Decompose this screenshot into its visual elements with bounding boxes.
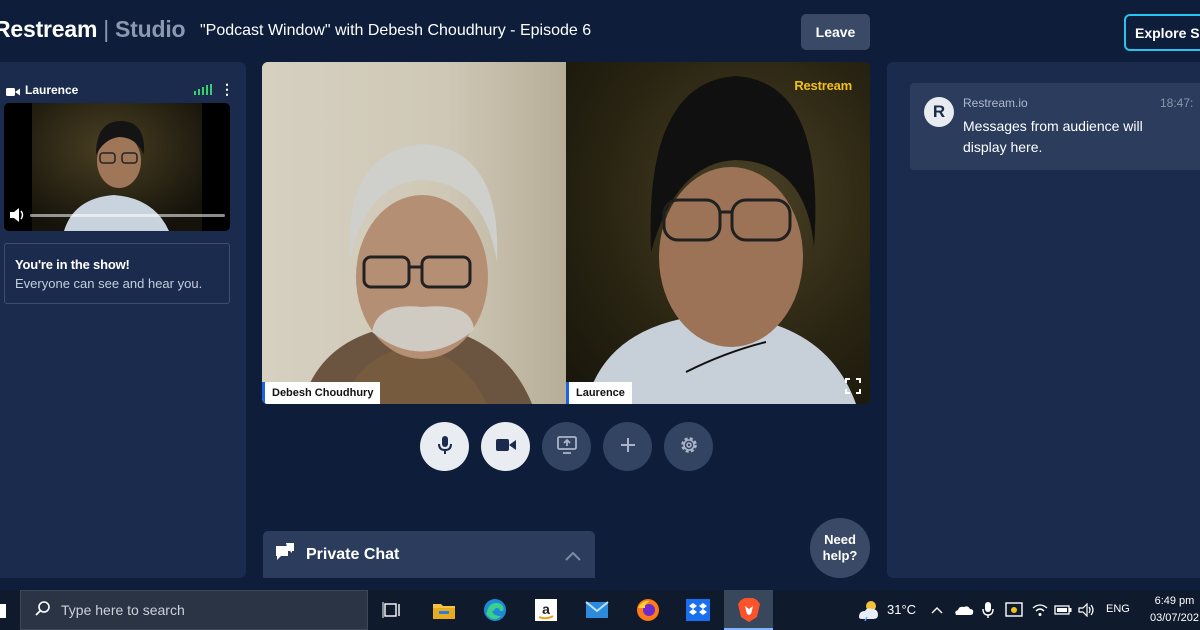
studio-header: Restream | Studio "Podcast Window" with De… [0,0,1200,62]
message-author: Restream.io [963,96,1028,110]
camera-icon [495,438,516,455]
stage-canvas: Debesh Choudhury Restream Laurence [262,62,870,404]
settings-button[interactable] [664,422,713,471]
system-clock[interactable]: 6:49 pm 03/07/202 [1150,593,1199,627]
signal-strength-icon [194,84,212,95]
windows-start-icon[interactable] [0,604,6,618]
studio-controls [420,422,713,471]
self-view-header: Laurence ⋮ [6,82,234,98]
message-time: 18:47: [1160,96,1194,110]
brand-product: Studio [115,16,186,42]
self-name-tag: Laurence [566,382,632,404]
keyboard-language[interactable]: ENG [1106,603,1130,615]
weather-temperature[interactable]: 31°C [887,602,916,617]
task-view-icon[interactable] [378,596,406,624]
self-video-feed [586,76,856,404]
chevron-up-icon [565,548,581,561]
clock-time: 6:49 pm [1154,595,1195,607]
self-camera-preview [4,103,230,231]
self-view-panel: Laurence ⋮ You're in the show! Everyone … [0,62,246,578]
audience-chat-panel: R Restream.io 18:47: Messages from audie… [887,62,1200,578]
wifi-icon[interactable] [1030,596,1050,624]
chat-message: R Restream.io 18:47: Messages from audie… [910,83,1200,170]
firefox-icon[interactable] [634,596,662,624]
microphone-icon [436,435,454,458]
battery-icon[interactable] [1053,596,1073,624]
show-title: "Podcast Window" with Debesh Choudhury -… [200,22,592,39]
guest-video-tile: Debesh Choudhury [262,62,566,404]
guest-name-tag: Debesh Choudhury [262,382,381,404]
chat-bubble-icon [274,542,296,567]
plus-icon [620,437,636,456]
guest-video-feed [302,144,532,404]
mail-icon[interactable] [583,596,611,624]
brand-logo: Restream | Studio [0,16,186,43]
screen-share-icon [556,436,577,457]
more-options-icon[interactable]: ⋮ [220,82,234,96]
message-text: Messages from audience will display here… [963,118,1143,155]
microphone-button[interactable] [420,422,469,471]
taskbar-search-input[interactable]: Type here to search [20,590,368,630]
brave-browser-icon[interactable] [735,596,763,624]
clock-date: 03/07/202 [1150,612,1199,624]
screen-share-button[interactable] [542,422,591,471]
volume-icon[interactable] [10,208,26,222]
brand-name: Restream [0,16,98,42]
need-help-line1: Need [824,532,856,547]
gear-icon [679,435,699,458]
speaker-icon[interactable] [1076,596,1098,624]
edge-browser-icon[interactable] [481,596,509,624]
in-show-notice: You're in the show! Everyone can see and… [4,243,230,304]
self-view-name: Laurence [25,83,79,97]
camera-button[interactable] [481,422,530,471]
private-chat-toggle[interactable]: Private Chat [263,531,595,578]
avatar: R [924,97,954,127]
amazon-icon[interactable]: a [532,596,560,624]
windows-taskbar: Type here to search a 31°C ENG 6:49 pm 0… [0,590,1200,630]
svg-text:a: a [542,601,550,617]
search-placeholder: Type here to search [61,602,185,618]
onedrive-icon[interactable] [953,596,975,624]
need-help-button[interactable]: Need help? [810,518,870,578]
explore-button[interactable]: Explore S [1124,14,1200,51]
self-video-tile: Restream Laurence [566,62,870,404]
leave-button[interactable]: Leave [801,14,870,50]
restream-watermark: Restream [794,78,852,93]
audio-level-bar [30,214,225,217]
need-help-line2: help? [822,548,858,563]
notice-text: Everyone can see and hear you. [15,276,203,291]
weather-icon[interactable] [855,596,883,624]
private-chat-label: Private Chat [306,545,400,563]
notice-title: You're in the show! [15,257,130,272]
camera-icon [6,86,20,96]
dropbox-icon[interactable] [684,596,712,624]
brand-separator: | [103,16,110,42]
screen-capture-icon[interactable] [1003,596,1025,624]
file-explorer-icon[interactable] [430,596,458,624]
microphone-icon[interactable] [978,596,998,624]
search-icon [35,600,51,621]
add-button[interactable] [603,422,652,471]
chevron-up-icon[interactable] [928,596,946,624]
fullscreen-icon[interactable] [845,378,861,394]
